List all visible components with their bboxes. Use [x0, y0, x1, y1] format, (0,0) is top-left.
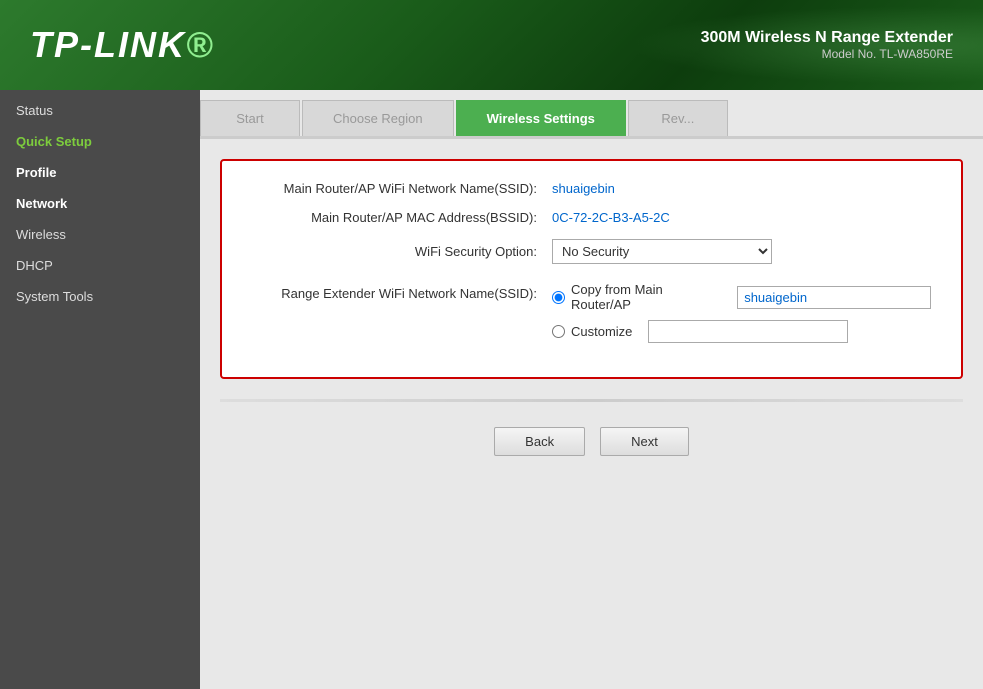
sidebar-item-system-tools[interactable]: System Tools [0, 281, 200, 312]
logo-text: TP-LINK [30, 24, 186, 65]
model-number: Model No. TL-WA850RE [701, 47, 953, 61]
button-row: Back Next [200, 427, 983, 456]
customize-radio-row: Customize [552, 320, 931, 343]
sidebar-item-network[interactable]: Network [0, 188, 200, 219]
wizard-tabs: Start Choose Region Wireless Settings Re… [200, 90, 983, 139]
main-ssid-label: Main Router/AP WiFi Network Name(SSID): [252, 181, 552, 196]
security-row: WiFi Security Option: No Security WPA2-P… [252, 239, 931, 264]
tab-wireless-settings[interactable]: Wireless Settings [456, 100, 626, 136]
extender-ssid-row: Range Extender WiFi Network Name(SSID): … [252, 278, 931, 343]
extender-ssid-label: Range Extender WiFi Network Name(SSID): [252, 282, 552, 301]
tab-start[interactable]: Start [200, 100, 300, 136]
separator [220, 399, 963, 402]
copy-radio-label: Copy from Main Router/AP [571, 282, 721, 312]
customize-ssid-input[interactable] [648, 320, 848, 343]
customize-radio[interactable] [552, 325, 565, 338]
sidebar-item-wireless[interactable]: Wireless [0, 219, 200, 250]
copy-radio-row: Copy from Main Router/AP [552, 282, 931, 312]
next-button[interactable]: Next [600, 427, 689, 456]
header: TP-LINK® 300M Wireless N Range Extender … [0, 0, 983, 90]
form-container: Main Router/AP WiFi Network Name(SSID): … [220, 159, 963, 379]
sidebar-item-status[interactable]: Status [0, 95, 200, 126]
logo: TP-LINK® [30, 24, 215, 66]
sidebar-item-quick-setup[interactable]: Quick Setup [0, 126, 200, 157]
copy-ssid-input[interactable] [737, 286, 931, 309]
security-select[interactable]: No Security WPA2-PSK WPA-PSK [552, 239, 772, 264]
sidebar-item-profile[interactable]: Profile [0, 157, 200, 188]
content-area: Start Choose Region Wireless Settings Re… [200, 90, 983, 689]
back-button[interactable]: Back [494, 427, 585, 456]
tab-review[interactable]: Rev... [628, 100, 728, 136]
customize-radio-label: Customize [571, 324, 632, 339]
mac-label: Main Router/AP MAC Address(BSSID): [252, 210, 552, 225]
tab-choose-region[interactable]: Choose Region [302, 100, 454, 136]
security-label: WiFi Security Option: [252, 244, 552, 259]
mac-value: 0C-72-2C-B3-A5-2C [552, 210, 670, 225]
copy-radio[interactable] [552, 291, 565, 304]
mac-row: Main Router/AP MAC Address(BSSID): 0C-72… [252, 210, 931, 225]
main-layout: Status Quick Setup Profile Network Wirel… [0, 90, 983, 689]
sidebar-item-dhcp[interactable]: DHCP [0, 250, 200, 281]
header-info: 300M Wireless N Range Extender Model No.… [701, 29, 953, 61]
product-name: 300M Wireless N Range Extender [701, 29, 953, 47]
sidebar: Status Quick Setup Profile Network Wirel… [0, 90, 200, 689]
main-ssid-value: shuaigebin [552, 181, 615, 196]
main-ssid-row: Main Router/AP WiFi Network Name(SSID): … [252, 181, 931, 196]
